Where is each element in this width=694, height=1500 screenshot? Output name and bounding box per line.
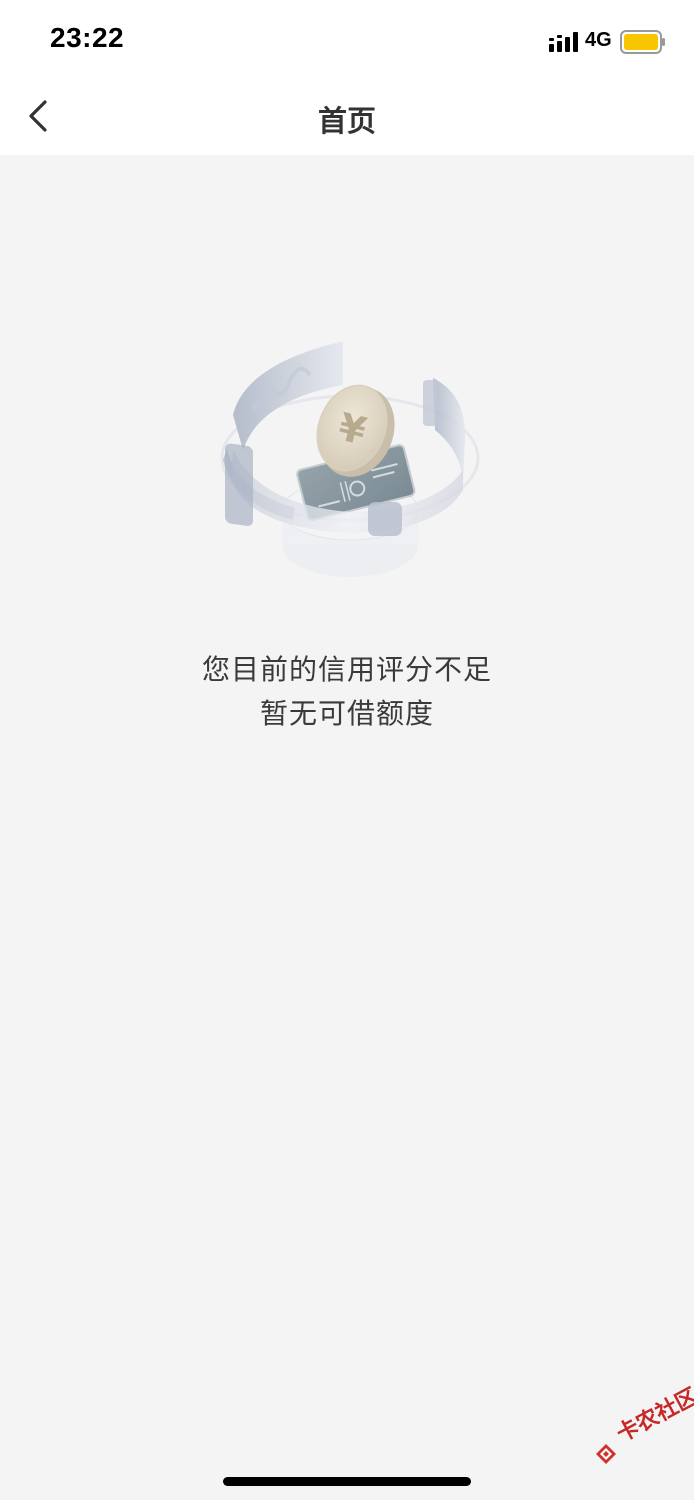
coin-card-ring-illustration: ¥ (220, 342, 480, 577)
status-bar: 23:22 4G (0, 0, 694, 80)
signal-icon (549, 32, 578, 52)
screen: 23:22 4G 首页 ¥ 您目前的信用评分不足 暂无可借额度 卡农社区 (0, 0, 694, 1500)
network-type-label: 4G (585, 29, 612, 51)
status-time: 23:22 (50, 22, 125, 53)
empty-state-message: 您目前的信用评分不足 暂无可借额度 (0, 648, 694, 736)
page-title: 首页 (317, 104, 376, 138)
nav-bar: 首页 (0, 80, 694, 155)
credit-score-insufficient-text: 您目前的信用评分不足 (201, 653, 492, 686)
battery-icon (620, 30, 665, 54)
no-credit-limit-text: 暂无可借额度 (259, 697, 434, 730)
home-indicator[interactable] (223, 1477, 471, 1486)
